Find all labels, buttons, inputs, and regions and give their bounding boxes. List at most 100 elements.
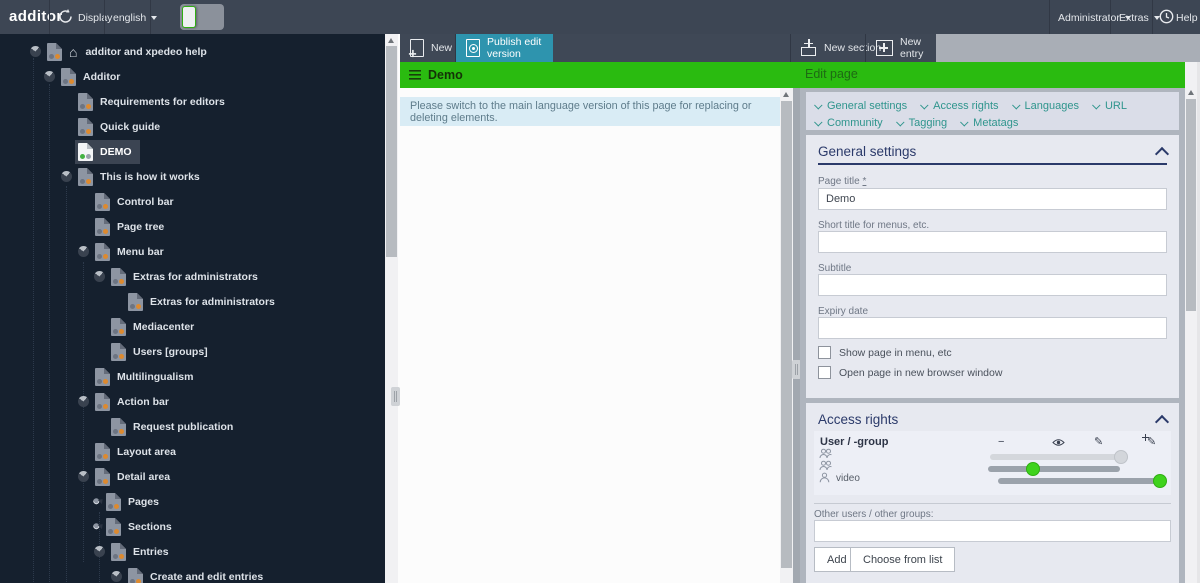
tree-scrollbar-thumb[interactable] xyxy=(386,46,397,257)
expiry-date-label: Expiry date xyxy=(818,306,868,317)
tree-item-requirements-for-editors[interactable]: Requirements for editors xyxy=(0,89,385,114)
choose-from-list-button[interactable]: Choose from list xyxy=(850,547,955,572)
collapse-icon[interactable] xyxy=(111,571,122,582)
access-rights-header[interactable]: Access rights xyxy=(818,407,1167,433)
group-icon xyxy=(819,448,832,459)
splitter-grip-left[interactable] xyxy=(391,387,400,406)
general-settings-header[interactable]: General settings xyxy=(818,139,1167,165)
scroll-up-icon[interactable] xyxy=(388,38,394,43)
person-icon xyxy=(819,472,830,483)
tree-item-control-bar[interactable]: Control bar xyxy=(0,189,385,214)
chevron-up-icon xyxy=(1155,147,1169,161)
help-history-icon xyxy=(1158,8,1175,25)
permission-slider-track[interactable] xyxy=(990,454,1128,460)
tree-item-users-groups[interactable]: Users [groups] xyxy=(0,339,385,364)
tree-item-pages[interactable]: Pages xyxy=(0,489,385,514)
expand-icon[interactable] xyxy=(92,522,100,530)
collapse-icon[interactable] xyxy=(78,396,89,407)
help-button[interactable]: Help xyxy=(1176,12,1198,24)
show-in-menu-checkbox[interactable] xyxy=(818,346,831,359)
collapse-icon[interactable] xyxy=(30,46,41,57)
tree-item-additor-and-xpedeo-help[interactable]: ⌂ additor and xpedeo help xyxy=(0,39,385,64)
tree-item-multilingualism[interactable]: Multilingualism xyxy=(0,364,385,389)
expiry-date-input[interactable] xyxy=(818,317,1167,339)
tree-item-sections[interactable]: Sections xyxy=(0,514,385,539)
language-notice: Please switch to the main language versi… xyxy=(400,97,780,126)
page-icon-active xyxy=(78,143,93,161)
expand-icon[interactable] xyxy=(92,497,100,505)
new-page-icon xyxy=(410,39,424,57)
tree-item-demo[interactable]: DEMO xyxy=(0,139,385,164)
scroll-up-icon[interactable] xyxy=(1188,90,1194,95)
tree-item-menu-bar[interactable]: Menu bar xyxy=(0,239,385,264)
group-icon xyxy=(819,460,832,471)
short-title-input[interactable] xyxy=(818,231,1167,253)
content-scrollbar-thumb[interactable] xyxy=(781,101,792,568)
nav-community[interactable]: Community xyxy=(816,115,883,130)
permission-slider-track[interactable] xyxy=(998,478,1163,484)
tree-item-layout-area[interactable]: Layout area xyxy=(0,439,385,464)
chevron-down-icon xyxy=(920,101,928,109)
permission-slider-knob[interactable] xyxy=(1153,474,1167,488)
nav-metatags[interactable]: Metatags xyxy=(962,115,1018,130)
tree-item-detail-area[interactable]: Detail area xyxy=(0,464,385,489)
extras-menu[interactable]: Extras xyxy=(1119,12,1160,24)
collapse-icon[interactable] xyxy=(78,471,89,482)
display-button[interactable]: Display xyxy=(78,12,112,24)
collapse-icon[interactable] xyxy=(94,546,105,557)
tree-scrollbar[interactable] xyxy=(385,34,398,583)
access-rights-section: Access rights User / -group − ✎ ✎ xyxy=(806,403,1179,583)
content-scrollbar[interactable] xyxy=(780,88,793,583)
collapse-icon[interactable] xyxy=(78,246,89,257)
permission-slider-track[interactable] xyxy=(988,466,1120,472)
page-icon xyxy=(78,118,93,136)
display-toggle[interactable] xyxy=(180,4,224,30)
tree-item-request-publication[interactable]: Request publication xyxy=(0,414,385,439)
tree-item-extras-for-administrators[interactable]: Extras for administrators xyxy=(0,264,385,289)
tree-item-extras-for-administrators-child[interactable]: Extras for administrators xyxy=(0,289,385,314)
page-toolbar: New page Publish edit version New sectio… xyxy=(400,34,936,62)
panel-splitter[interactable] xyxy=(793,88,800,583)
chevron-down-icon xyxy=(814,101,822,109)
scroll-up-icon[interactable] xyxy=(783,92,789,97)
nav-tagging[interactable]: Tagging xyxy=(898,115,948,130)
tree-item-page-tree[interactable]: Page tree xyxy=(0,214,385,239)
page-icon xyxy=(128,568,143,583)
other-users-input[interactable] xyxy=(814,520,1171,542)
page-icon xyxy=(95,218,110,236)
collapse-icon[interactable] xyxy=(61,171,72,182)
nav-url[interactable]: URL xyxy=(1094,98,1127,113)
hamburger-icon[interactable] xyxy=(409,70,421,80)
open-new-window-checkbox[interactable] xyxy=(818,366,831,379)
permission-slider-knob[interactable] xyxy=(1114,450,1128,464)
publish-edit-version-button[interactable]: Publish edit version xyxy=(456,34,553,62)
editor-scrollbar-thumb[interactable] xyxy=(1186,99,1196,311)
collapse-icon[interactable] xyxy=(94,271,105,282)
tree-item-mediacenter[interactable]: Mediacenter xyxy=(0,314,385,339)
tree-item-entries[interactable]: Entries xyxy=(0,539,385,564)
editor-scrollbar[interactable] xyxy=(1185,62,1197,583)
display-refresh-icon xyxy=(56,7,75,26)
tree-item-quick-guide[interactable]: Quick guide xyxy=(0,114,385,139)
tree-item-create-and-edit-entries[interactable]: Create and edit entries xyxy=(0,564,385,583)
chevron-down-icon xyxy=(1012,101,1020,109)
edit-page-panel: General settings Access rights Languages… xyxy=(800,88,1185,583)
tree-item-this-is-how-it-works[interactable]: This is how it works xyxy=(0,164,385,189)
chevron-up-icon xyxy=(1155,415,1169,429)
home-icon: ⌂ xyxy=(69,45,77,59)
nav-languages[interactable]: Languages xyxy=(1014,98,1079,113)
page-icon xyxy=(95,393,110,411)
page-title-input[interactable] xyxy=(818,188,1167,210)
collapse-icon[interactable] xyxy=(44,71,55,82)
nav-access-rights[interactable]: Access rights xyxy=(922,98,998,113)
subtitle-input[interactable] xyxy=(818,274,1167,296)
nav-general-settings[interactable]: General settings xyxy=(816,98,907,113)
page-icon xyxy=(111,343,126,361)
tree-item-additor[interactable]: Additor xyxy=(0,64,385,89)
new-entry-button[interactable]: New entry xyxy=(866,34,936,62)
permission-slider-knob[interactable] xyxy=(1026,462,1040,476)
page-icon xyxy=(111,268,126,286)
tree-item-action-bar[interactable]: Action bar xyxy=(0,389,385,414)
page-icon xyxy=(111,543,126,561)
other-users-label: Other users / other groups: xyxy=(814,509,934,520)
